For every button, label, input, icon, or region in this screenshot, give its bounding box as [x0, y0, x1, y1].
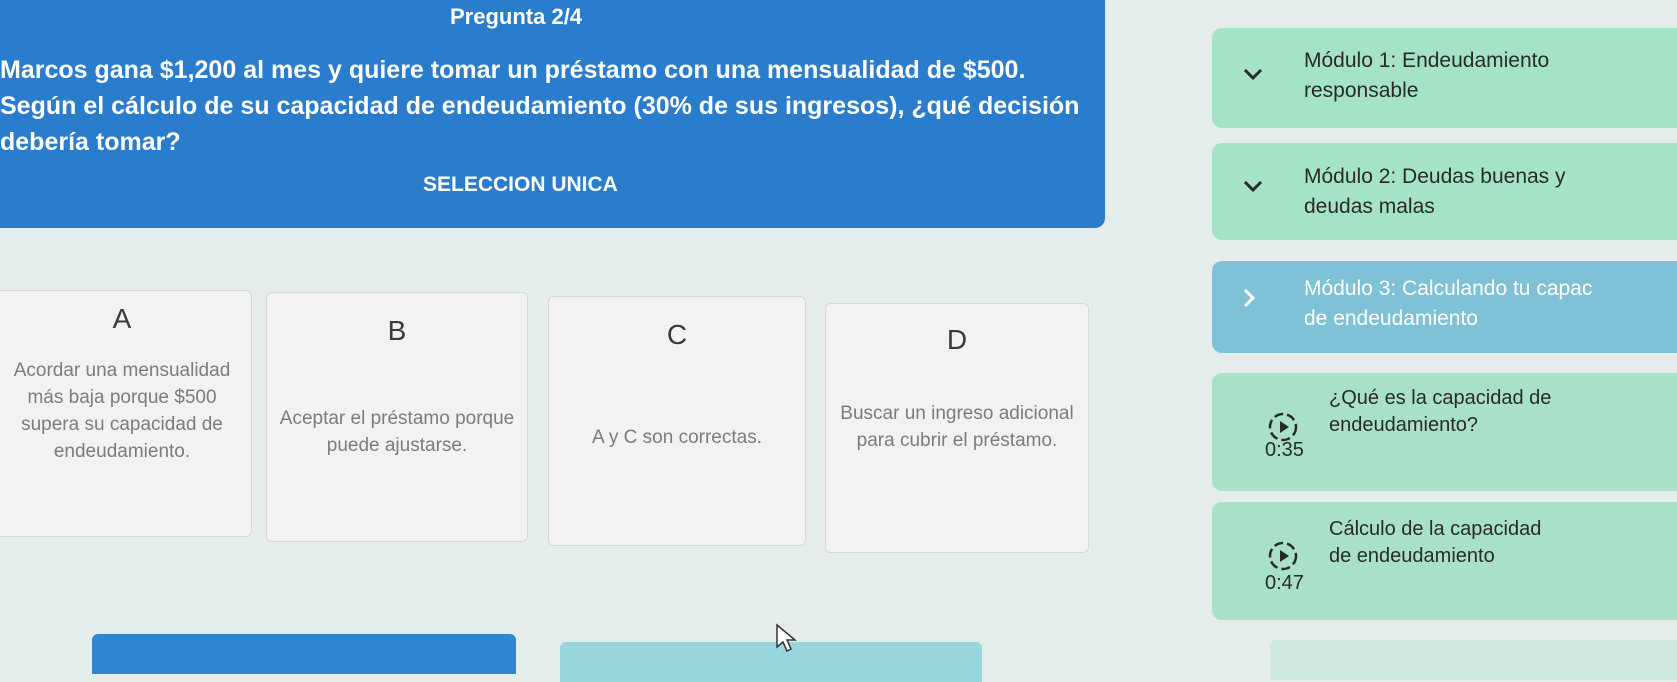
lesson-title: Cálculo de la capacidad de endeudamiento [1329, 518, 1542, 567]
answer-option-c[interactable]: C A y C son correctas. [548, 296, 806, 546]
option-text: Aceptar el préstamo porque puede ajustar… [279, 408, 515, 456]
sidebar-module-3[interactable]: Módulo 3: Calculando tu capac de endeuda… [1212, 261, 1677, 353]
sidebar-bottom-button[interactable] [1270, 640, 1677, 680]
question-type-label: SELECCION UNICA [423, 173, 618, 196]
lesson-duration: 0:47 [1265, 572, 1304, 594]
option-letter: A [112, 303, 132, 334]
question-counter: Pregunta 2/4 [450, 4, 583, 29]
option-text: Acordar una mensualidad más baja porque … [13, 360, 231, 462]
question-text: Marcos gana $1,200 al mes y quiere tomar… [0, 56, 1080, 156]
lesson-item-1[interactable]: ¿Qué es la capacidad de endeudamiento? 0… [1212, 373, 1677, 491]
question-panel: Pregunta 2/4 Marcos gana $1,200 al mes y… [0, 0, 1105, 228]
option-text: A y C son correctas. [591, 427, 762, 448]
answer-option-a[interactable]: A Acordar una mensualidad más baja porqu… [0, 290, 252, 537]
lesson-duration: 0:35 [1265, 439, 1304, 461]
answer-option-d[interactable]: D Buscar un ingreso adicional para cubri… [825, 303, 1089, 553]
play-circle-icon [1268, 541, 1298, 571]
lesson-item-2[interactable]: Cálculo de la capacidad de endeudamiento… [1212, 502, 1677, 620]
chevron-down-icon [1242, 64, 1264, 87]
answer-option-b[interactable]: B Aceptar el préstamo porque puede ajust… [266, 292, 528, 542]
option-text: Buscar un ingreso adicional para cubrir … [840, 403, 1074, 451]
module-title: Módulo 2: Deudas buenas y deudas malas [1304, 165, 1566, 218]
option-letter: C [666, 319, 688, 350]
module-title: Módulo 1: Endeudamiento responsable [1304, 49, 1550, 102]
sidebar-module-2[interactable]: Módulo 2: Deudas buenas y deudas malas [1212, 143, 1677, 240]
option-letter: B [387, 315, 407, 346]
bottom-nav-button-left[interactable] [92, 634, 516, 674]
bottom-nav-button-right[interactable] [560, 642, 982, 682]
option-letter: D [946, 324, 968, 355]
lesson-title: ¿Qué es la capacidad de endeudamiento? [1329, 387, 1552, 436]
mouse-cursor-icon [776, 623, 798, 653]
chevron-down-icon [1242, 176, 1264, 199]
sidebar-module-1[interactable]: Módulo 1: Endeudamiento responsable [1212, 28, 1677, 128]
course-sidebar: Módulo 1: Endeudamiento responsable Módu… [1212, 0, 1677, 656]
module-title: Módulo 3: Calculando tu capac de endeuda… [1304, 277, 1593, 330]
chevron-right-icon [1242, 287, 1256, 315]
